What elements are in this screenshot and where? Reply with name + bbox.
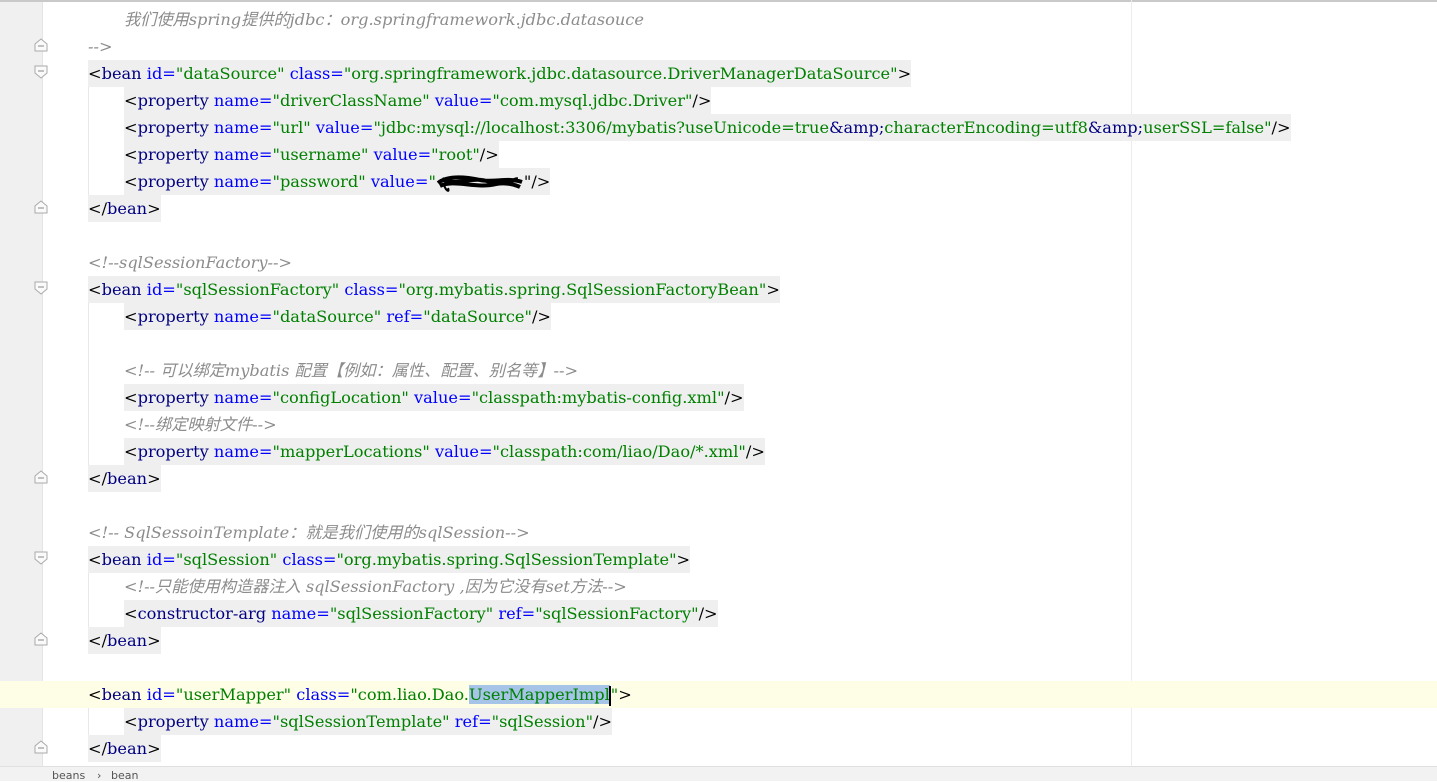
breadcrumb-item-bean[interactable]: bean (111, 769, 138, 782)
code-line[interactable]: <property name="sqlSessionTemplate" ref=… (0, 708, 1437, 735)
editor-top-border (0, 0, 1437, 2)
bean-close-tag: </bean> (88, 627, 161, 654)
property-tag: <property name="password" value=" "/> (124, 168, 551, 195)
code-line[interactable]: <property name="url" value="jdbc:mysql:/… (0, 114, 1437, 141)
code-line[interactable]: <!-- SqlSessoinTemplate：就是我们使用的sqlSessio… (0, 519, 1437, 546)
code-line[interactable]: <property name="driverClassName" value="… (0, 87, 1437, 114)
code-line[interactable]: </bean> (0, 465, 1437, 492)
bean-tag-usermapper: <bean id="userMapper" class="com.liao.Da… (88, 685, 632, 706)
comment-text: <!--绑定映射文件--> (124, 415, 277, 434)
code-line[interactable]: </bean> (0, 195, 1437, 222)
code-line[interactable]: <!--绑定映射文件--> (0, 411, 1437, 438)
comment-end: --> (88, 37, 113, 56)
redaction-scribble (436, 174, 523, 192)
code-line[interactable]: <property name="dataSource" ref="dataSou… (0, 303, 1437, 330)
property-tag: <property name="url" value="jdbc:mysql:/… (124, 114, 1291, 141)
code-line[interactable]: <!--sqlSessionFactory--> (0, 249, 1437, 276)
code-line[interactable]: <bean id="sqlSessionFactory" class="org.… (0, 276, 1437, 303)
code-line-current[interactable]: <bean id="userMapper" class="com.liao.Da… (0, 681, 1437, 708)
bean-tag-sqlsessionfactory: <bean id="sqlSessionFactory" class="org.… (88, 276, 780, 303)
bean-tag-sqlsession: <bean id="sqlSession" class="org.mybatis… (88, 546, 691, 573)
comment-text: <!-- SqlSessoinTemplate：就是我们使用的sqlSessio… (88, 523, 530, 542)
property-tag: <property name="mapperLocations" value="… (124, 438, 765, 465)
code-line[interactable]: --> (0, 33, 1437, 60)
bean-tag-datasource: <bean id="dataSource" class="org.springf… (88, 60, 912, 87)
comment-text: <!--sqlSessionFactory--> (88, 253, 292, 272)
code-line[interactable]: <constructor-arg name="sqlSessionFactory… (0, 600, 1437, 627)
comment-text: <!-- 可以绑定mybatis 配置【例如：属性、配置、别名等】--> (124, 361, 579, 380)
breadcrumb-item-beans[interactable]: beans (52, 769, 85, 782)
property-tag: <property name="dataSource" ref="dataSou… (124, 303, 551, 330)
constructor-arg-tag: <constructor-arg name="sqlSessionFactory… (124, 600, 718, 627)
comment-text: <!--只能使用构造器注入 sqlSessionFactory ,因为它没有se… (124, 577, 627, 596)
code-line[interactable]: </bean> (0, 627, 1437, 654)
bean-close-tag: </bean> (88, 735, 161, 762)
code-line[interactable]: <property name="mapperLocations" value="… (0, 438, 1437, 465)
property-tag: <property name="configLocation" value="c… (124, 384, 744, 411)
code-line[interactable]: <property name="configLocation" value="c… (0, 384, 1437, 411)
property-tag: <property name="driverClassName" value="… (124, 87, 712, 114)
code-line[interactable]: <property name="username" value="root"/> (0, 141, 1437, 168)
bean-close-tag: </bean> (88, 195, 161, 222)
bean-close-tag: </bean> (88, 465, 161, 492)
code-line[interactable]: <bean id="dataSource" class="org.springf… (0, 60, 1437, 87)
code-line[interactable]: <bean id="sqlSession" class="org.mybatis… (0, 546, 1437, 573)
comment-text: 我们使用spring提供的jdbc：org.springframework.jd… (124, 10, 644, 29)
code-line[interactable]: <!-- 可以绑定mybatis 配置【例如：属性、配置、别名等】--> (0, 357, 1437, 384)
breadcrumb-separator: › (97, 769, 102, 782)
code-line[interactable]: </bean> (0, 735, 1437, 762)
code-line[interactable]: 我们使用spring提供的jdbc：org.springframework.jd… (0, 6, 1437, 33)
code-line[interactable]: <property name="password" value=" "/> (0, 168, 1437, 195)
selected-text[interactable]: UserMapperImpl (468, 685, 610, 704)
code-line[interactable]: <!--只能使用构造器注入 sqlSessionFactory ,因为它没有se… (0, 573, 1437, 600)
property-tag: <property name="username" value="root"/> (124, 141, 499, 168)
property-tag: <property name="sqlSessionTemplate" ref=… (124, 708, 613, 735)
breadcrumb: beans › bean (0, 766, 1437, 782)
